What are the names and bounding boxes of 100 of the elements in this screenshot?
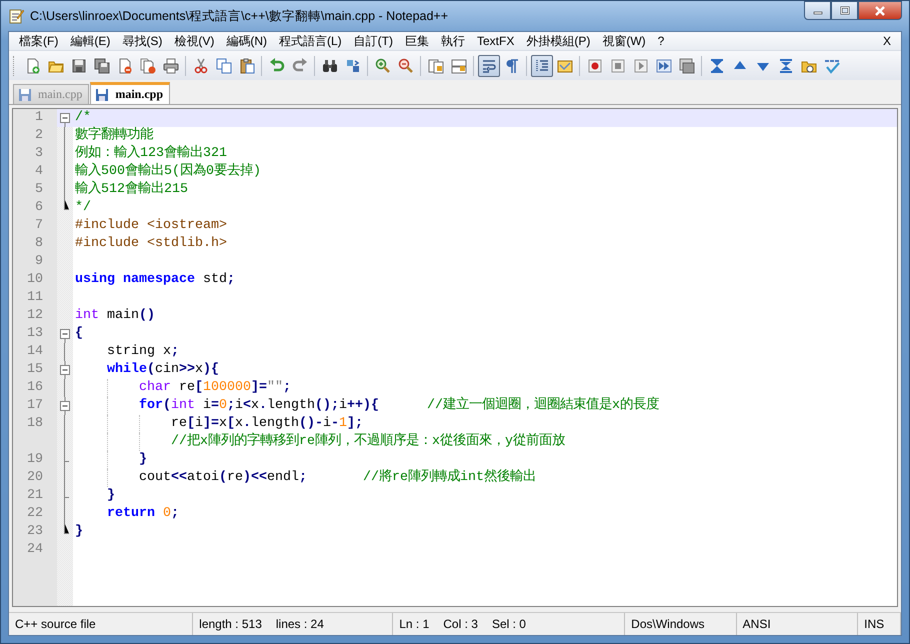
line-number: 1 (34, 109, 44, 127)
line-number: 6 (34, 199, 44, 217)
toolbar-button[interactable] (478, 54, 500, 76)
windows-lock-icon (450, 58, 466, 74)
line-number: 13 (26, 325, 44, 343)
printer-icon (162, 58, 178, 74)
minimize-button[interactable] (804, 1, 831, 20)
code-line: 輸入500會輸出5(因為0要去掉) (75, 163, 262, 180)
code-line: return 0; (106, 505, 180, 523)
menu-item[interactable]: 尋找(S) (116, 32, 168, 50)
line-number: 20 (26, 469, 44, 487)
menu-item[interactable]: 自訂(T) (348, 32, 399, 50)
code-line: re[i]=x[x.length()-i-1]; (75, 415, 897, 433)
menu-item[interactable]: TextFX (471, 34, 520, 48)
editor-panel[interactable] (12, 108, 898, 607)
zoom-out-icon (398, 58, 414, 74)
app-icon (8, 8, 24, 24)
status-text: Ln : 1 (399, 617, 430, 631)
code-line: 例如：輸入123會輸出321 (75, 145, 228, 162)
collapse-icon[interactable] (60, 113, 70, 127)
redo-icon (292, 58, 308, 74)
menu-item[interactable]: 編碼(N) (220, 32, 273, 50)
collapse-icon[interactable] (60, 361, 70, 379)
line-number: 23 (26, 523, 44, 541)
binoculars-icon (322, 58, 338, 74)
fast-forward-icon (656, 58, 672, 74)
line-number: 7 (34, 217, 44, 235)
collapse-all-icon (708, 58, 724, 74)
clipboard-icon (238, 58, 254, 74)
code-line: while(cin>>x){ (106, 361, 220, 379)
line-number: 8 (34, 235, 44, 253)
collapse-icon[interactable] (60, 329, 70, 343)
line-number: 11 (26, 289, 44, 307)
code-line: 數字翻轉功能 (75, 127, 154, 144)
line-number: 24 (26, 541, 44, 559)
close-document-button[interactable]: X (876, 34, 897, 48)
close-button[interactable] (858, 1, 902, 20)
status-text: ANSI (742, 617, 771, 631)
record-icon (586, 58, 602, 74)
line-number: 21 (26, 487, 44, 505)
line-number: 22 (26, 505, 44, 523)
line-number: 14 (26, 343, 44, 361)
zoom-in-icon (374, 58, 390, 74)
play-icon (632, 58, 648, 74)
status-text: INS (864, 617, 884, 631)
word-wrap-icon (480, 58, 496, 74)
fold-line (64, 343, 65, 361)
menu-item[interactable]: ? (652, 34, 670, 48)
menu-item[interactable]: 程式語言(L) (273, 32, 348, 50)
line-number: 2 (34, 127, 44, 145)
floppy-icon (18, 88, 32, 102)
code-line: using namespace std; (75, 271, 236, 289)
menu-item[interactable]: 檔案(F) (13, 32, 64, 50)
code-line: } (75, 451, 897, 469)
maximize-icon (840, 6, 850, 15)
status-text: Col : 3 (443, 617, 478, 631)
code-line: #include <iostream> (75, 217, 228, 235)
pilcrow-icon (504, 58, 520, 74)
maximize-button[interactable] (831, 1, 858, 20)
line-number: 19 (26, 451, 44, 469)
collapse-icon[interactable] (60, 397, 70, 415)
tab[interactable]: main.cpp (90, 82, 170, 104)
code-line: { (75, 325, 84, 343)
menu-item[interactable]: 巨集 (399, 32, 435, 50)
code-line: char re[100000]=""; (75, 379, 897, 397)
line-number: 17 (26, 397, 44, 415)
line-number: 4 (34, 163, 44, 181)
line-number: 9 (34, 253, 44, 271)
line-number: 12 (26, 307, 44, 325)
menu-item[interactable]: 外掛模組(P) (520, 32, 596, 50)
undo-icon (268, 58, 284, 74)
code-line: #include <stdlib.h> (75, 235, 228, 253)
windows-lock-icon (428, 58, 444, 74)
line-number: 16 (26, 379, 44, 397)
floppies-icon (94, 58, 110, 74)
macro-save-icon (678, 58, 694, 74)
code-line: */ (75, 199, 92, 217)
toolbar-button[interactable] (530, 54, 552, 76)
status-text: Dos\Windows (631, 617, 705, 631)
code-line: 輸入512會輸出215 (75, 181, 189, 199)
scissors-icon (192, 58, 208, 74)
close-icon (874, 6, 886, 16)
status-text: lines : 24 (276, 617, 324, 631)
document-close-icon (116, 58, 132, 74)
documents-close-icon (140, 58, 156, 74)
code-line: //把x陣列的字轉移到re陣列，不過順序是：x從後面來，y從前面放 (75, 433, 897, 451)
stop-icon (610, 58, 626, 74)
status-text: length : 513 (199, 617, 262, 631)
status-text: C++ source file (15, 617, 96, 631)
floppy-icon (95, 88, 110, 102)
menu-item[interactable]: 執行 (435, 32, 471, 50)
code-line: string x; (106, 343, 180, 361)
indent-guide-icon (534, 58, 550, 74)
line-number: 18 (26, 415, 44, 433)
menu-item[interactable]: 視窗(W) (596, 32, 652, 50)
copy-icon (216, 58, 232, 74)
menu-item[interactable]: 檢視(V) (168, 32, 220, 50)
menu-item[interactable]: 編輯(E) (64, 32, 116, 50)
replace-icon (344, 58, 360, 74)
line-number: 15 (26, 361, 44, 379)
